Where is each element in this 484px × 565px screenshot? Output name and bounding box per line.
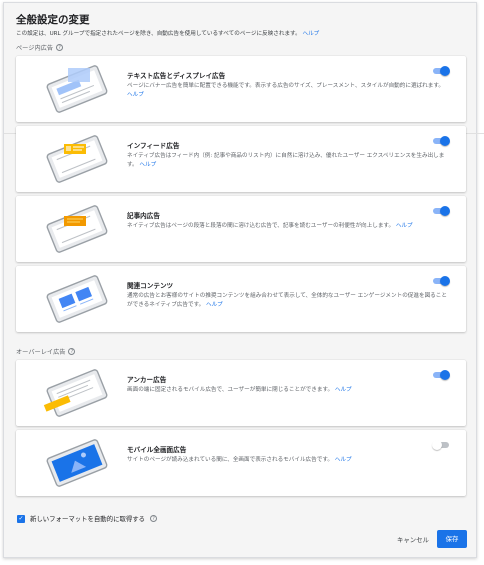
- card-title: モバイル全画面広告: [127, 446, 187, 454]
- help-circle-icon[interactable]: ?: [150, 515, 158, 522]
- checkbox-label: 新しいフォーマットを自動的に取得する: [30, 515, 146, 523]
- settings-dialog: 全般設定の変更 この設定は、URL グループで指定されたページを除き、自動広告を…: [3, 2, 484, 558]
- card-related-content: 関連コンテンツ 通常の広告とお客様のサイトの推奨コンテンツを組み合わせて表示して…: [16, 266, 466, 332]
- overlay-ads-section-label: オーバーレイ広告 ?: [16, 347, 76, 356]
- text-display-phone-illustration: [46, 65, 108, 113]
- card-description: ネイティブ広告はフィード内（例: 記事や商品のリスト内）に自然に溶け込み、優れた…: [127, 153, 445, 168]
- toggle-related-content[interactable]: [432, 276, 450, 286]
- infeed-phone-illustration: [46, 135, 108, 183]
- vignette-phone-illustration: [46, 439, 108, 487]
- cancel-button[interactable]: キャンセル: [397, 535, 429, 544]
- card-description: 画面の端に固定されるモバイル広告で、ユーザーが簡単に閉じることができます。 ヘル…: [127, 387, 352, 393]
- help-circle-icon[interactable]: ?: [68, 348, 76, 355]
- card-vignette-ads: モバイル全画面広告 サイトのページが読み込まれている間に、全画面で表示されるモバ…: [16, 430, 466, 496]
- toggle-infeed-ads[interactable]: [432, 136, 450, 146]
- in-page-ads-section-label: ページ内広告 ?: [16, 43, 64, 52]
- card-title: アンカー広告: [127, 376, 167, 384]
- in-article-phone-illustration: [46, 205, 108, 253]
- toggle-vignette-ads[interactable]: [432, 440, 450, 450]
- card-title: インフィード広告: [127, 142, 180, 150]
- card-description: ネイティブ広告はページの段落と段落の間に溶け込む広告で、記事を読むユーザーの利便…: [127, 223, 413, 229]
- card-description: ページにバナー広告を簡単に配置できる機能です。表示する広告のサイズ、プレースメン…: [127, 83, 444, 98]
- card-help-link[interactable]: ヘルプ: [396, 223, 413, 229]
- toggle-text-display-ads[interactable]: [432, 66, 450, 76]
- card-anchor-ads: アンカー広告 画面の端に固定されるモバイル広告で、ユーザーが簡単に閉じることがで…: [16, 360, 466, 426]
- card-help-link[interactable]: ヘルプ: [335, 387, 352, 393]
- auto-new-formats-row: ✓ 新しいフォーマットを自動的に取得する ?: [17, 514, 158, 523]
- card-title: 記事内広告: [127, 212, 160, 220]
- card-infeed-ads: インフィード広告 ネイティブ広告はフィード内（例: 記事や商品のリスト内）に自然…: [16, 126, 466, 192]
- save-button[interactable]: 保存: [437, 530, 467, 548]
- card-help-link[interactable]: ヘルプ: [206, 302, 223, 308]
- dialog-subtitle: この設定は、URL グループで指定されたページを除き、自動広告を使用しているすべ…: [16, 31, 320, 37]
- checkbox-checked-icon[interactable]: ✓: [17, 514, 25, 523]
- toggle-in-article-ads[interactable]: [432, 206, 450, 216]
- card-title: テキスト広告とディスプレイ広告: [127, 72, 226, 80]
- card-help-link[interactable]: ヘルプ: [335, 457, 352, 463]
- card-help-link[interactable]: ヘルプ: [139, 162, 156, 168]
- subtitle-help-link[interactable]: ヘルプ: [302, 31, 319, 37]
- card-description: サイトのページが読み込まれている間に、全画面で表示されるモバイル広告です。 ヘル…: [127, 457, 352, 463]
- card-title: 関連コンテンツ: [127, 282, 174, 290]
- card-text-display-ads: テキスト広告とディスプレイ広告 ページにバナー広告を簡単に配置できる機能です。表…: [16, 56, 466, 122]
- anchor-phone-illustration: [43, 369, 108, 417]
- help-circle-icon[interactable]: ?: [56, 44, 64, 51]
- related-content-phone-illustration: [46, 275, 108, 323]
- dialog-title: 全般設定の変更: [16, 14, 90, 26]
- card-description: 通常の広告とお客様のサイトの推奨コンテンツを組み合わせて表示して、全体的なユーザ…: [127, 293, 447, 308]
- card-help-link[interactable]: ヘルプ: [127, 92, 144, 98]
- card-in-article-ads: 記事内広告 ネイティブ広告はページの段落と段落の間に溶け込む広告で、記事を読むユ…: [16, 196, 466, 262]
- toggle-anchor-ads[interactable]: [432, 370, 450, 380]
